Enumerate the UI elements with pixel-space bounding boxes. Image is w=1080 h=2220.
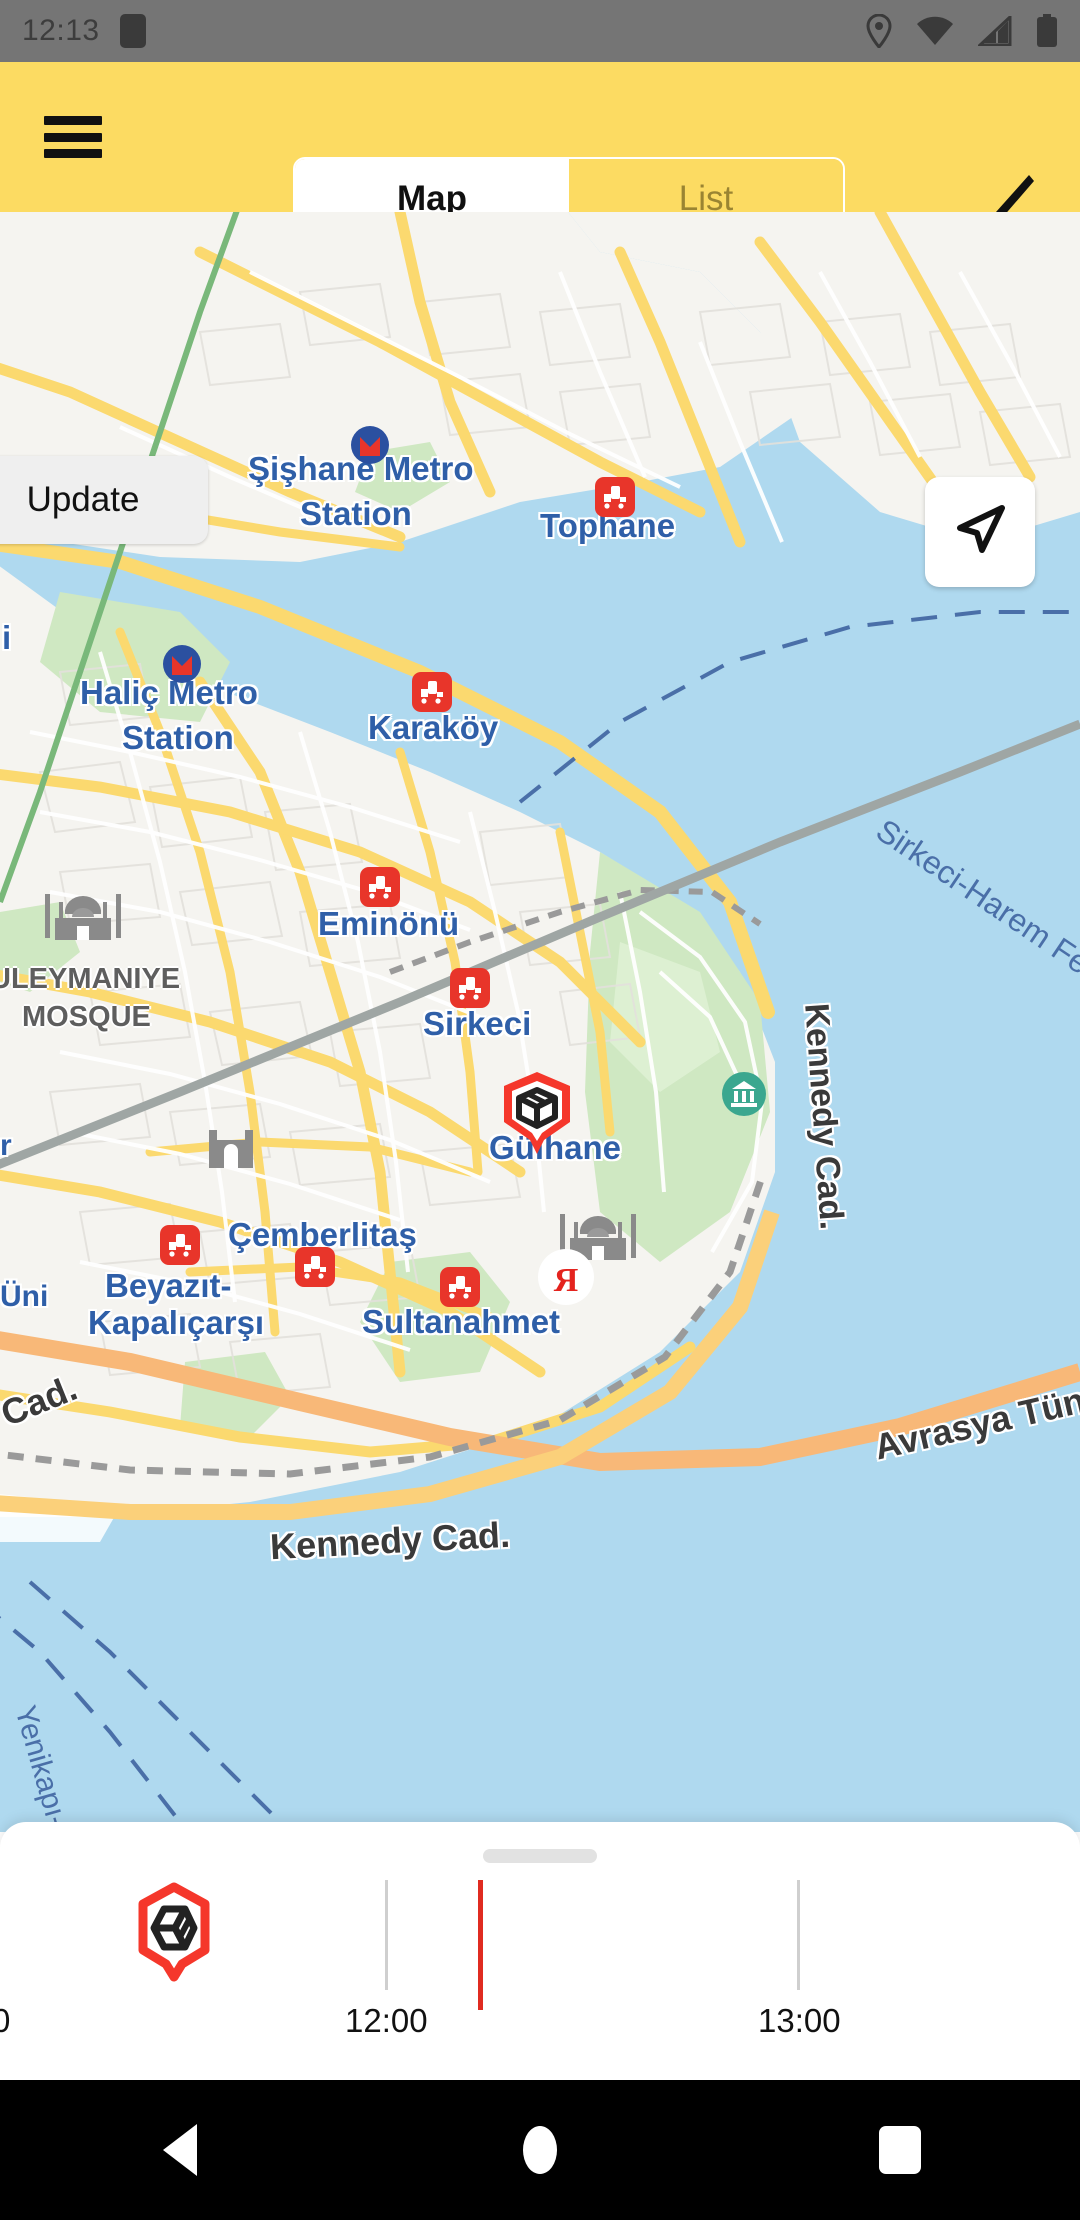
tram-station-icon[interactable] [412, 672, 452, 712]
gate-icon [205, 1122, 257, 1177]
map-canvas [0, 212, 1080, 1832]
map-label-sirkeci: Sirkeci [423, 1005, 532, 1042]
metro-station-icon[interactable] [162, 644, 202, 690]
timeline-bottom-sheet[interactable]: 0 12:00 13:00 [0, 1822, 1080, 2080]
timeline-label-start: 0 [0, 2002, 11, 2039]
notification-badge-icon [119, 14, 146, 48]
tram-station-icon[interactable] [450, 968, 490, 1008]
map-label-karakoy: Karaköy [368, 709, 499, 746]
timeline-label-1300: 13:00 [758, 2002, 841, 2039]
map-label-halic-station: Station [122, 719, 234, 756]
map-label-edge-r: r [0, 1129, 12, 1162]
battery-icon [1036, 14, 1058, 48]
square-icon [879, 2126, 921, 2174]
navigation-arrow-icon [952, 502, 1008, 563]
museum-icon[interactable] [722, 1072, 766, 1121]
back-button[interactable] [105, 2080, 255, 2220]
mosque-icon [35, 882, 131, 959]
circle-icon [523, 2126, 557, 2174]
delivery-timeline[interactable]: 0 12:00 13:00 [0, 1872, 1080, 2080]
timeline-now-indicator [478, 1880, 483, 2010]
map-label-kapalicarsi: Kapalıçarşı [88, 1304, 265, 1341]
metro-station-icon[interactable] [350, 425, 390, 471]
status-bar-clock: 12:13 [22, 14, 100, 47]
yandex-logo[interactable]: Я [538, 1249, 594, 1310]
tram-station-icon[interactable] [595, 477, 635, 517]
location-pin-icon [866, 14, 892, 48]
tram-station-icon[interactable] [295, 1247, 335, 1287]
timeline-tick [385, 1880, 388, 1990]
map-label-eminonu: Eminönü [318, 905, 460, 942]
timeline-label-1200: 12:00 [345, 2002, 428, 2039]
recents-button[interactable] [825, 2080, 975, 2220]
package-marker-map[interactable] [500, 1070, 574, 1156]
tram-station-icon[interactable] [440, 1267, 480, 1307]
android-navigation-bar [0, 2080, 1080, 2220]
sheet-drag-handle[interactable] [483, 1849, 597, 1863]
map-label-suleymaniye-mosque: ULEYMANIYE [0, 963, 181, 995]
home-button[interactable] [465, 2080, 615, 2220]
app-bar: Map List [0, 62, 1080, 241]
locate-me-button[interactable] [925, 477, 1035, 587]
update-button-label: Update [26, 480, 140, 519]
status-bar: 12:13 [0, 0, 1080, 62]
wifi-icon [916, 16, 954, 46]
status-bar-icons [866, 14, 1058, 48]
map-label-beyazit: Beyazıt- [105, 1267, 232, 1304]
svg-text:Я: Я [554, 1262, 579, 1299]
cellular-signal-icon [978, 16, 1012, 46]
package-marker-timeline[interactable] [135, 1882, 213, 1982]
map-label-edge-i: i [2, 619, 12, 656]
map-label-sultanahmet: Sultanahmet [362, 1303, 561, 1340]
map-label-sishane-station: Station [300, 495, 412, 532]
hamburger-menu-icon[interactable] [44, 116, 102, 158]
triangle-left-icon [163, 2124, 197, 2176]
phone-screen: 12:13 Map List Şişhane Metro Station Top… [0, 0, 1080, 2220]
tram-station-icon[interactable] [360, 867, 400, 907]
tram-station-icon[interactable] [160, 1225, 200, 1265]
map-label-uni: Üni [0, 1280, 49, 1313]
update-button[interactable]: Update [0, 456, 208, 544]
timeline-tick [797, 1880, 800, 1990]
map-label-mosque-line2: MOSQUE [22, 1001, 151, 1033]
map-view[interactable]: Şişhane Metro Station Tophane Haliç Metr… [0, 212, 1080, 1832]
